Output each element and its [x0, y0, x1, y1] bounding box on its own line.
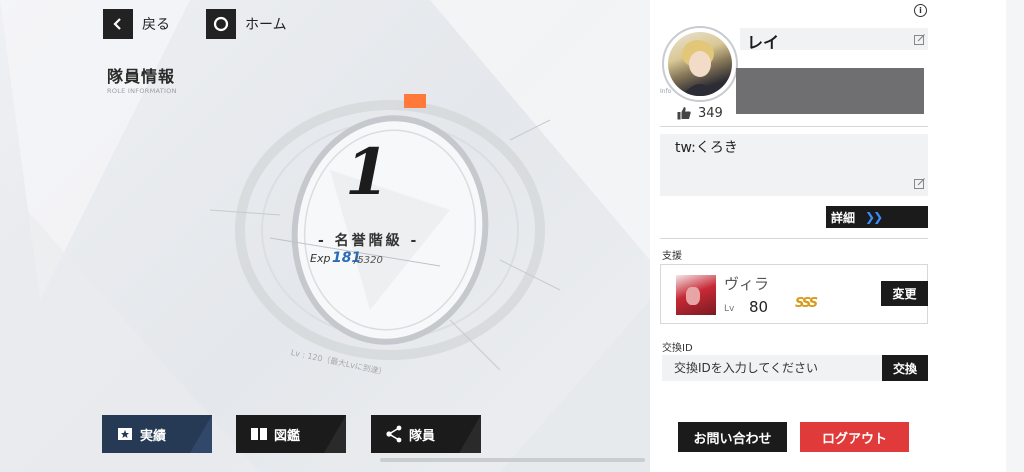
player-id-strip — [736, 111, 928, 121]
support-character-avatar — [676, 275, 716, 315]
max-level-note: Lv : 120（最大Lvに到達） — [289, 347, 388, 378]
page-subtitle: ROLE INFORMATION — [107, 87, 177, 95]
rarity-badge: SSS — [795, 296, 818, 311]
divider — [660, 238, 928, 239]
support-character-name: ヴィラ — [724, 275, 770, 293]
home-indicator — [380, 458, 645, 462]
exp-label: Exp — [310, 252, 331, 265]
home-label: ホーム — [245, 17, 287, 33]
redacted-area — [736, 68, 924, 114]
support-lv-value: 80 — [749, 298, 769, 316]
home-button[interactable]: ホーム — [206, 9, 287, 39]
edit-icon[interactable] — [914, 34, 925, 45]
player-name: レイ — [747, 33, 780, 52]
chevron-left-icon — [103, 9, 133, 39]
back-label: 戻る — [142, 17, 170, 33]
rank-level: 1 — [345, 135, 390, 210]
detail-label: 詳細 — [831, 210, 856, 225]
change-button[interactable]: 変更 — [881, 281, 928, 306]
pictorial-label: 図鑑 — [274, 428, 301, 444]
info-icon[interactable]: i — [914, 4, 927, 17]
members-label: 隊員 — [409, 428, 436, 444]
exp-max: /5320 — [354, 255, 383, 266]
edit-icon[interactable] — [914, 178, 925, 189]
page-title: 隊員情報 — [107, 67, 176, 86]
contact-button[interactable]: お問い合わせ — [678, 422, 787, 452]
exchange-button[interactable]: 交換 — [882, 355, 928, 381]
avatar[interactable] — [668, 32, 732, 96]
double-chevron-right-icon: ❯❯ — [865, 210, 883, 224]
rank-marker — [404, 94, 426, 108]
divider — [660, 126, 928, 127]
support-section-label: 支援 — [662, 251, 682, 262]
exchange-id-input[interactable] — [662, 355, 882, 381]
records-button[interactable]: 実績 — [102, 415, 212, 453]
comment-text: tw:くろき — [675, 140, 738, 156]
like-count: 349 — [698, 106, 723, 121]
logout-button[interactable]: ログアウト — [800, 422, 909, 452]
share-nodes-icon — [379, 425, 409, 443]
back-button[interactable]: 戻る — [103, 9, 170, 39]
records-label: 実績 — [140, 428, 167, 444]
home-circle-icon — [206, 9, 236, 39]
records-icon — [110, 426, 140, 442]
pictorial-book-button[interactable]: 図鑑 — [236, 415, 346, 453]
rank-name: - 名誉階級 - — [318, 233, 420, 249]
detail-button[interactable]: 詳細 ❯❯ — [826, 206, 928, 228]
support-lv-label: Lv — [724, 304, 735, 314]
thumbs-up-icon[interactable] — [677, 106, 691, 120]
exchange-section-label: 交換ID — [662, 343, 693, 354]
info-label: Info — [660, 88, 672, 95]
book-icon — [244, 426, 274, 442]
members-button[interactable]: 隊員 — [371, 415, 481, 453]
